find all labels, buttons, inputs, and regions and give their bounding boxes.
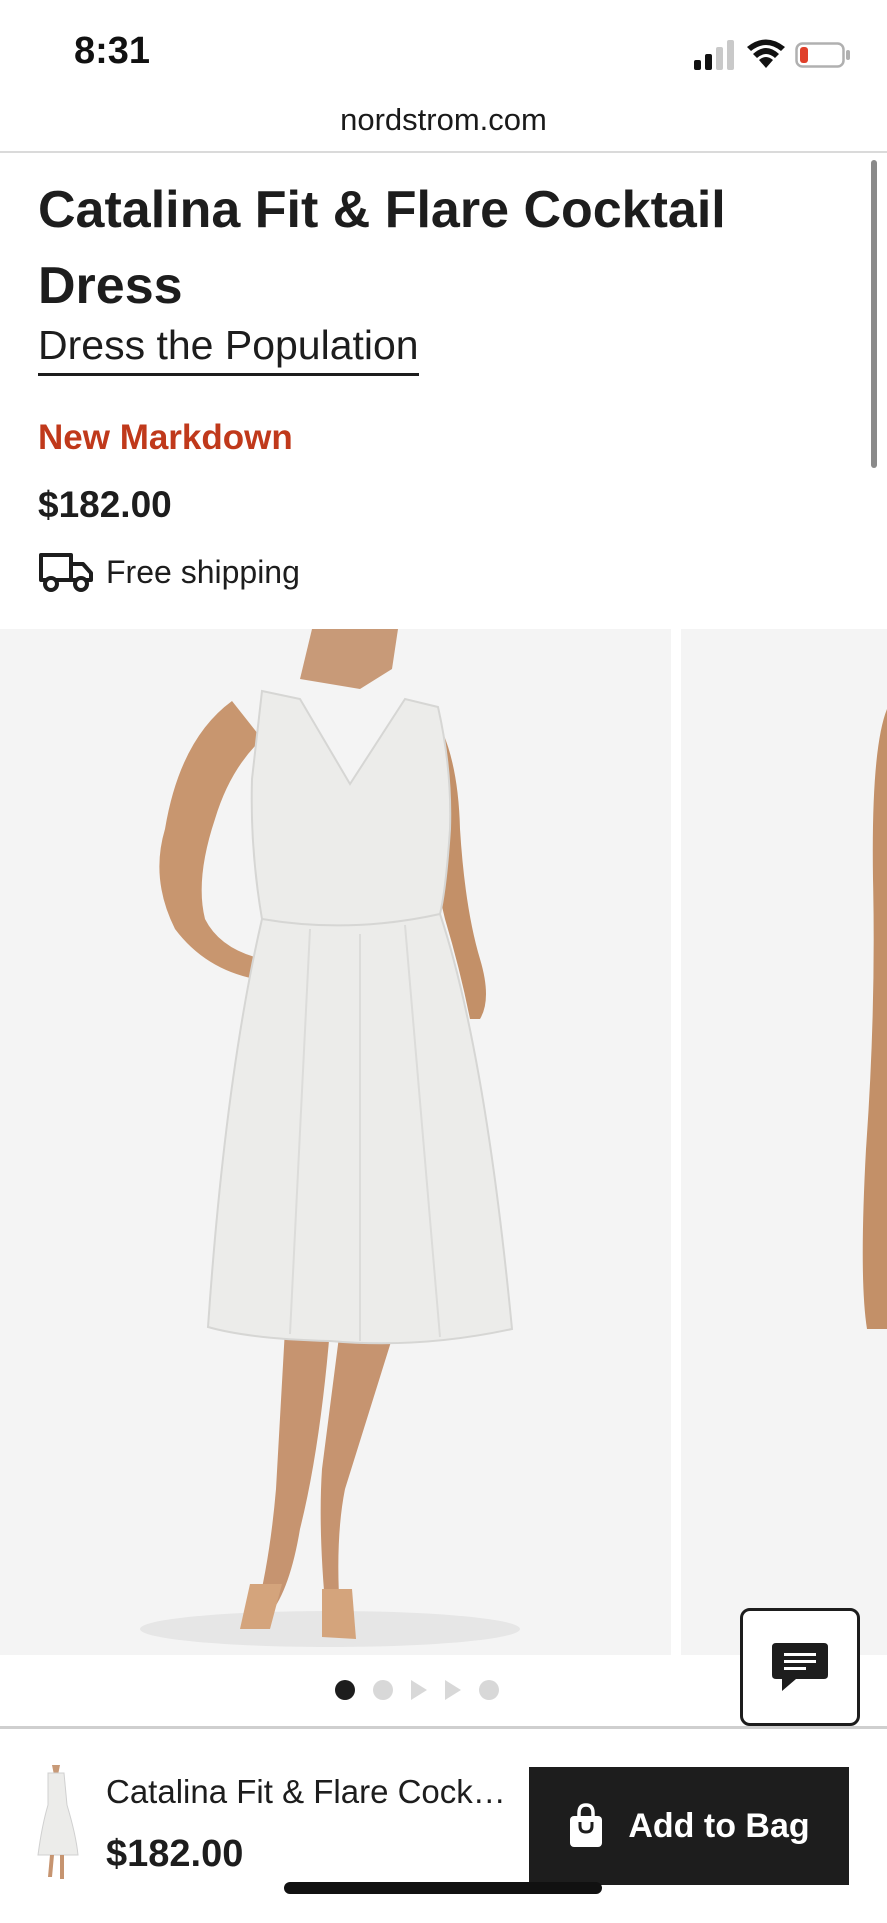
markdown-badge: New Markdown [38,418,293,457]
product-photo-next[interactable] [681,629,887,1655]
add-to-bag-button[interactable]: Add to Bag [529,1767,849,1885]
product-price: $182.00 [38,484,172,525]
gallery-dot-2[interactable] [373,1680,393,1700]
cellular-signal-icon [694,40,734,70]
gallery-video-indicator-2[interactable] [445,1680,461,1700]
product-photo[interactable] [0,629,671,1655]
shipping-label: Free shipping [106,553,300,590]
brand-link[interactable]: Dress the Population [38,323,419,376]
truck-icon [39,553,93,592]
shopping-bag-icon [570,1803,603,1847]
gallery-pagination [335,1678,499,1702]
gallery-dot-5[interactable] [479,1680,499,1700]
chat-bubble-icon [772,1643,828,1691]
gallery-dot-1[interactable] [335,1680,355,1700]
status-bar: 8:31 [0,0,887,105]
chat-button[interactable] [740,1608,860,1726]
product-thumbnail[interactable] [34,1765,80,1883]
dress-model-illustration [0,629,671,1655]
browser-address-bar[interactable]: nordstrom.com [0,95,887,153]
product-title: Catalina Fit & Flare Cocktail Dress [38,181,726,315]
gallery-video-indicator-1[interactable] [411,1680,427,1700]
scrollbar[interactable] [871,160,877,468]
battery-low-icon [795,42,850,68]
product-image-gallery[interactable] [0,629,887,1655]
add-to-bag-label: Add to Bag [628,1806,810,1845]
url-text[interactable]: nordstrom.com [0,102,887,138]
wifi-icon [747,39,785,68]
next-photo-preview [681,629,887,1655]
shipping-info: Free shipping [38,548,300,596]
status-time: 8:31 [74,30,151,72]
home-indicator[interactable] [284,1882,602,1894]
sticky-product-price: $182.00 [106,1833,244,1875]
sticky-product-title: Catalina Fit & Flare Cockt... [106,1773,506,1810]
